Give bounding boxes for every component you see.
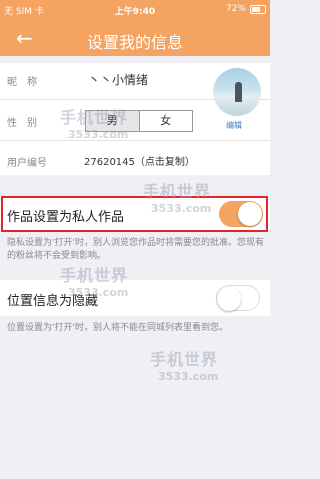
gender-label: 性 别 [7,118,37,129]
profile-card: 昵 称 丶丶小情绪 性 别 男 女 用户编号 27620145（点击复制） 编辑 [0,63,270,175]
toggle-knob [217,287,241,311]
avatar[interactable] [213,68,261,116]
private-works-description: 隐私设置为'打开'时，别人浏览您作品时将需要您的批准。您现有的粉丝将不会受到影响… [7,238,264,261]
hide-location-toggle[interactable] [216,285,260,311]
page-title: 设置我的信息 [86,33,183,52]
highlight-box [1,196,268,232]
divider [0,140,270,141]
uid-value[interactable]: 27620145（点击复制） [84,153,195,168]
hide-location-row: 位置信息为隐藏 [0,280,270,316]
watermark: 手机世界 3533.com [150,346,218,383]
gender-female-option[interactable]: 女 [140,111,193,131]
uid-label: 用户编号 [7,158,47,169]
battery-percent: 72% [225,4,246,14]
nav-bar: ← 设置我的信息 [0,20,270,56]
gender-segmented-control: 男 女 [85,110,193,132]
nickname-value[interactable]: 丶丶小情绪 [88,71,148,88]
nickname-label: 昵 称 [7,77,37,88]
status-bar: 无 SIM 卡 上午9:40 72% [0,0,270,20]
hide-location-label: 位置信息为隐藏 [7,294,99,309]
watermark-number: 3533.com [158,370,219,383]
hide-location-description: 位置设置为'打开'时，别人将不能在同城列表里看到您。 [7,323,228,333]
edit-avatar-link[interactable]: 编辑 [226,120,242,131]
gender-male-option[interactable]: 男 [86,111,140,131]
battery-icon [250,4,266,14]
watermark-brand: 手机世界 [150,350,219,369]
status-right: 72% [226,4,266,14]
